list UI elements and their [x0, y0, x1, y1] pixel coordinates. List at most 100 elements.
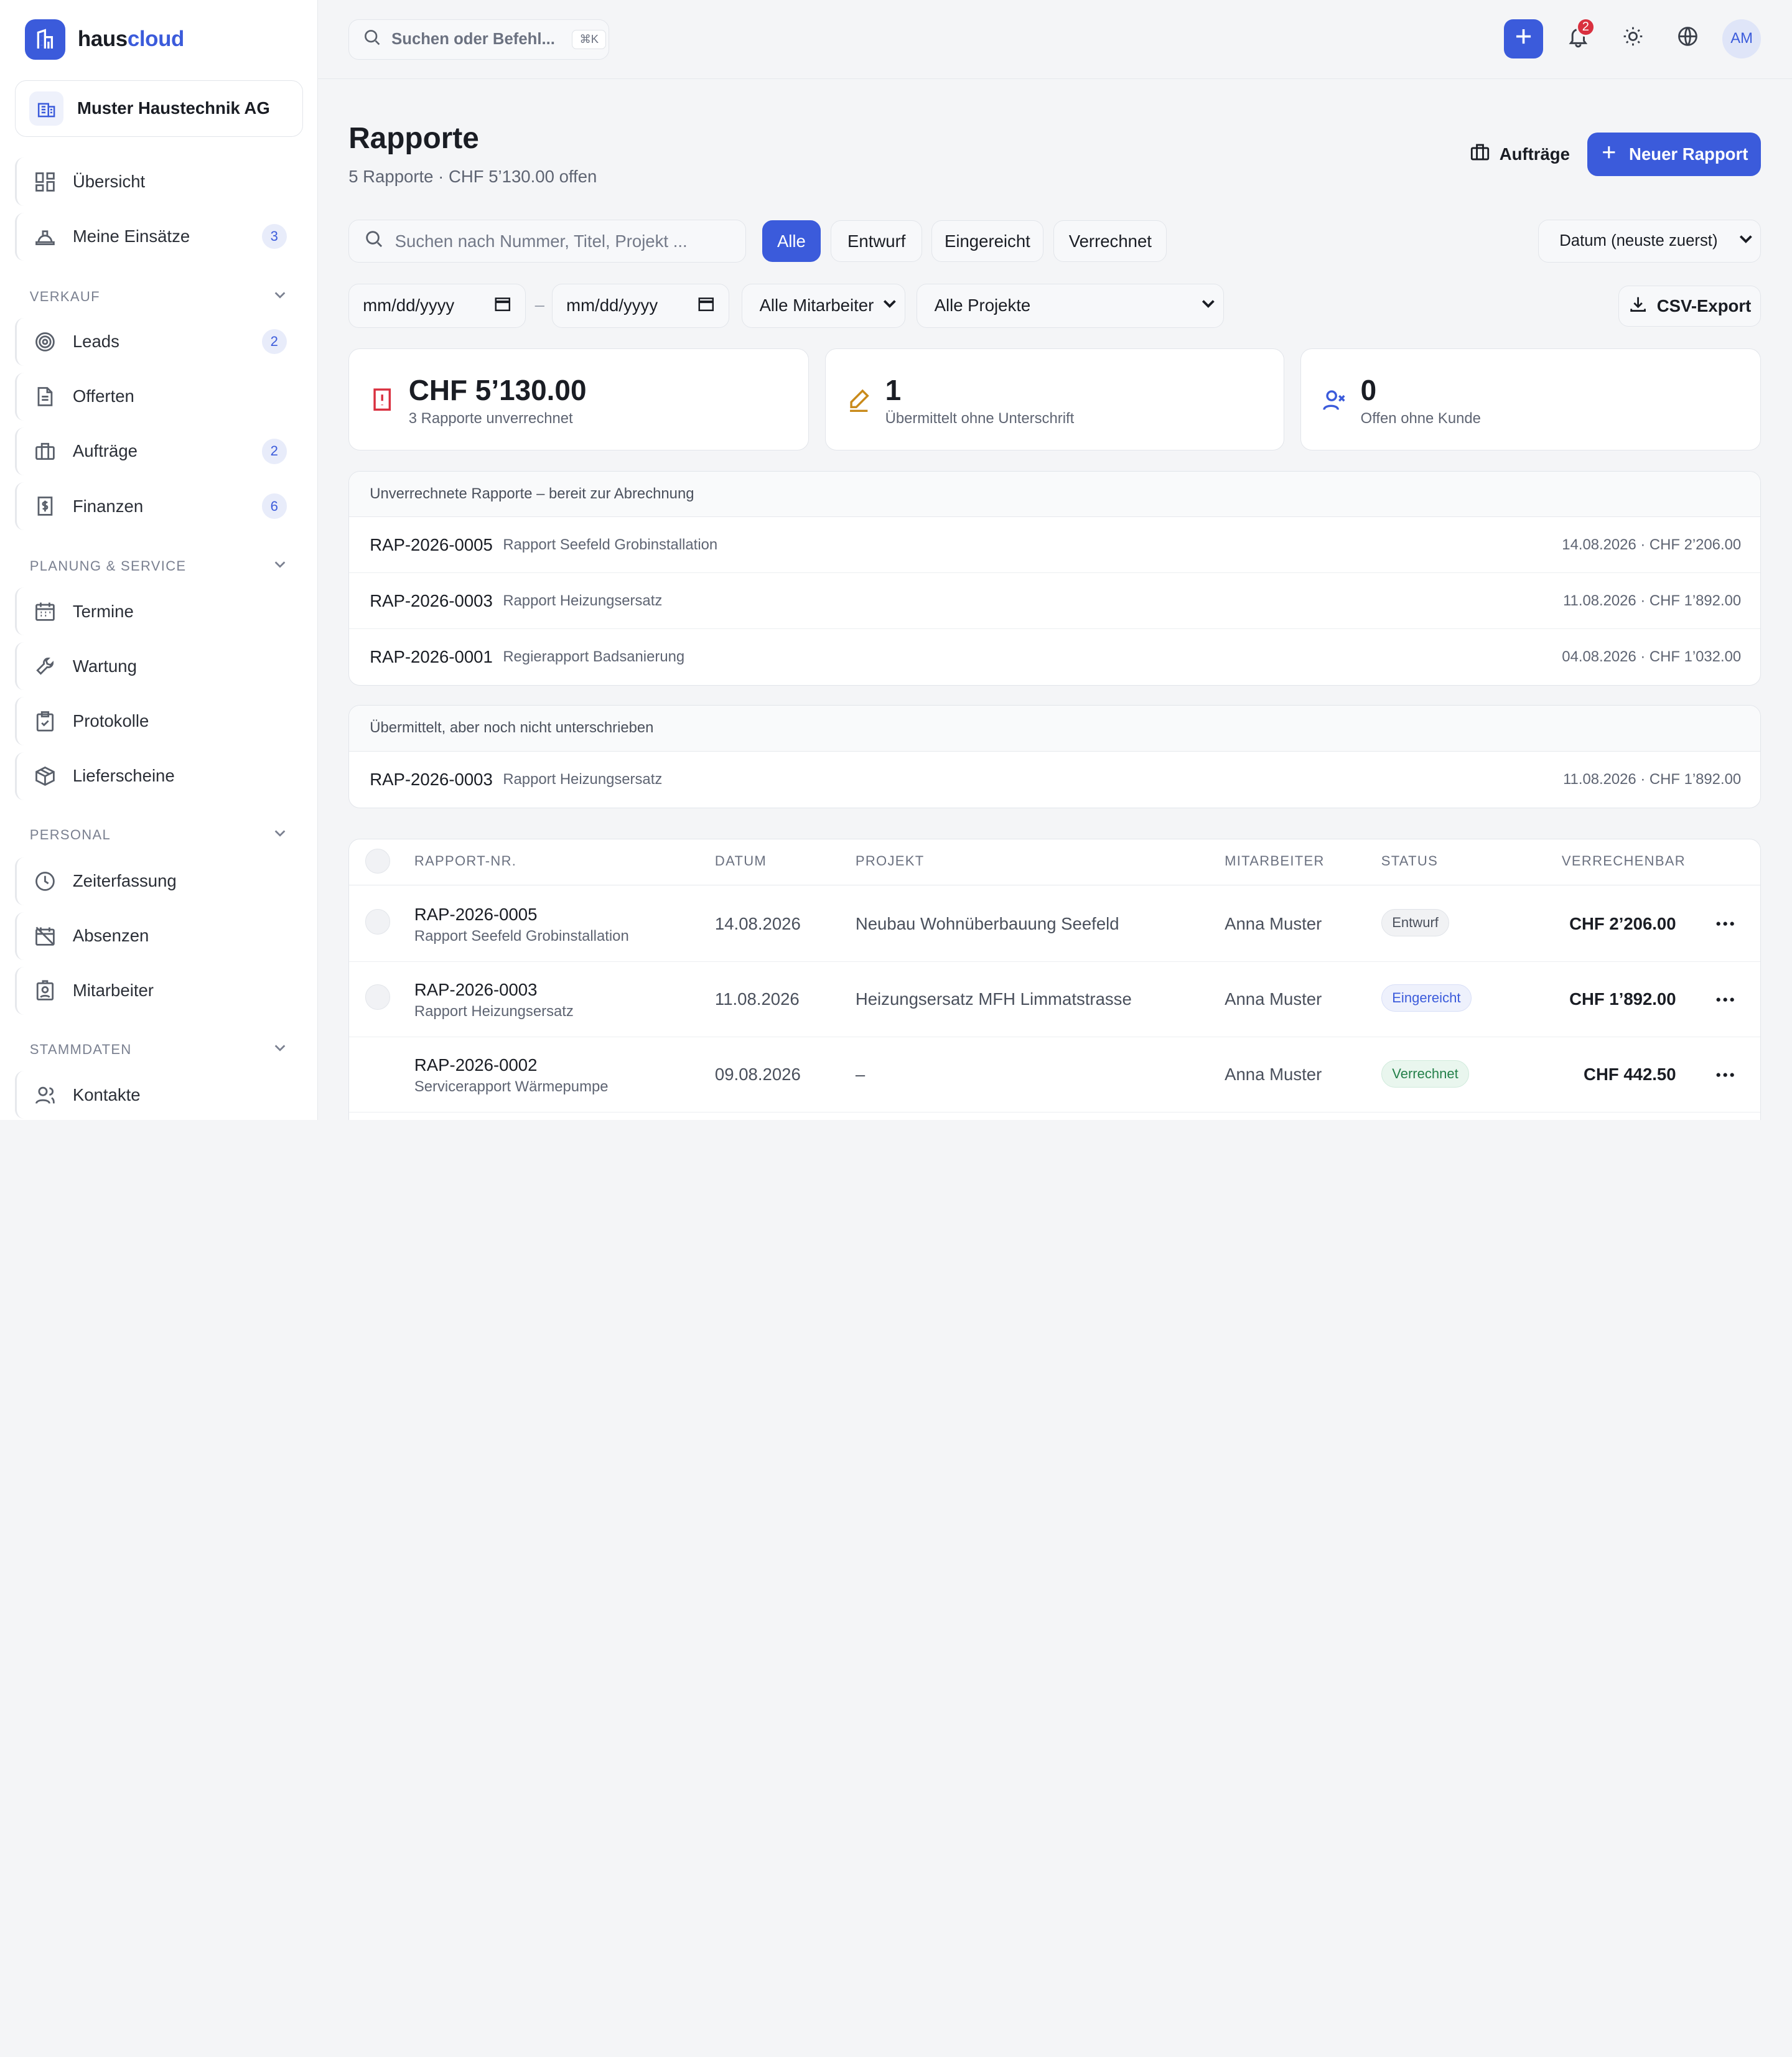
more-icon[interactable] — [1712, 988, 1739, 1011]
filter-chip-verrechnet[interactable]: Verrechnet — [1053, 220, 1167, 262]
count-badge: 2 — [261, 439, 287, 464]
sidebar-item-finanzen[interactable]: Finanzen 6 — [14, 482, 303, 531]
sort-select[interactable]: Datum (neuste zuerst) — [1538, 219, 1762, 263]
chevron-down-icon — [273, 557, 287, 575]
sun-icon — [1622, 26, 1644, 52]
theme-toggle[interactable] — [1613, 19, 1652, 58]
filter-chip-entwurf[interactable]: Entwurf — [831, 220, 923, 262]
brand[interactable]: hauscloud — [25, 19, 184, 60]
section-verkauf[interactable]: VERKAUF — [30, 288, 287, 306]
briefcase-icon — [1470, 142, 1490, 167]
filter-chip-eingereicht[interactable]: Eingereicht — [931, 220, 1043, 262]
package-icon — [34, 765, 57, 788]
globe-icon — [1677, 26, 1699, 52]
notifications-button[interactable]: 2 — [1559, 17, 1597, 58]
more-icon[interactable] — [1712, 913, 1739, 936]
list-item[interactable]: RAP-2026-0003 Rapport Heizungsersatz 11.… — [349, 752, 1760, 808]
table-row[interactable]: RAP-2026-0003 Rapport Heizungsersatz 11.… — [349, 962, 1761, 1037]
clock-icon — [34, 870, 57, 893]
shortcut-hint: ⌘K — [572, 29, 607, 50]
document-icon — [34, 385, 57, 408]
calendar-icon — [494, 295, 511, 317]
date-from-input[interactable]: mm/dd/yyyy — [348, 283, 526, 329]
panel-heading: Übermittelt, aber noch nicht unterschrie… — [349, 706, 1761, 752]
table-row[interactable]: RAP-2026-0002 Servicerapport Wärmepumpe … — [349, 1037, 1761, 1113]
chevron-down-icon — [1200, 296, 1216, 316]
avatar[interactable]: AM — [1722, 19, 1762, 58]
date-separator: – — [534, 294, 544, 314]
stat-card-ohne-kunde: 0 Offen ohne Kunde — [1300, 348, 1762, 450]
quick-add-button[interactable] — [1504, 19, 1543, 58]
section-personal[interactable]: PERSONAL — [30, 826, 287, 844]
company-name: Muster Haustechnik AG — [77, 98, 270, 118]
status-badge: Eingereicht — [1381, 984, 1472, 1012]
building-icon — [29, 91, 63, 126]
row-checkbox[interactable] — [365, 909, 391, 935]
table-row[interactable]: RAP-2026-0005 Rapport Seefeld Grobinstal… — [349, 886, 1761, 962]
plus-icon — [1513, 26, 1534, 52]
sidebar-item-protokolle[interactable]: Protokolle — [14, 697, 303, 745]
count-badge: 2 — [261, 329, 287, 355]
status-badge: Verrechnet — [1381, 1060, 1470, 1088]
briefcase-icon — [34, 440, 57, 463]
list-item[interactable]: RAP-2026-0003 Rapport Heizungsersatz 11.… — [349, 573, 1761, 630]
language-button[interactable] — [1669, 19, 1707, 58]
section-stammdaten[interactable]: STAMMDATEN — [30, 1041, 287, 1058]
sidebar-item-zeiterfassung[interactable]: Zeiterfassung — [14, 857, 303, 905]
chevron-down-icon — [273, 826, 287, 844]
sidebar-item-absenzen[interactable]: Absenzen — [14, 912, 303, 960]
csv-export-button[interactable]: CSV-Export — [1618, 286, 1762, 327]
sidebar-item-lieferscheine[interactable]: Lieferscheine — [14, 752, 303, 800]
more-icon[interactable] — [1712, 1063, 1739, 1086]
calendar-icon — [698, 295, 715, 317]
search-input[interactable]: Suchen nach Nummer, Titel, Projekt ... — [348, 219, 747, 263]
list-item[interactable]: RAP-2026-0005 Rapport Seefeld Grobinstal… — [349, 517, 1761, 574]
employee-select[interactable]: Alle Mitarbeiter — [742, 283, 905, 329]
sidebar-item-kontakte[interactable]: Kontakte — [14, 1070, 303, 1119]
sidebar-item-offerten[interactable]: Offerten — [14, 372, 303, 421]
id-badge-icon — [34, 979, 57, 1002]
company-switcher[interactable]: Muster Haustechnik AG — [14, 80, 303, 138]
sidebar-item-termine[interactable]: Termine — [14, 587, 303, 636]
calendar-icon — [34, 600, 57, 623]
chevron-down-icon — [882, 296, 898, 316]
sidebar-item-leads[interactable]: Leads 2 — [14, 317, 303, 366]
brand-name: hauscloud — [77, 27, 184, 52]
project-select[interactable]: Alle Projekte — [917, 283, 1225, 329]
unbilled-panel: Unverrechnete Rapporte – bereit zur Abre… — [348, 470, 1762, 686]
count-badge: 6 — [261, 493, 287, 519]
logo-icon — [25, 19, 65, 60]
count-badge: 3 — [261, 223, 287, 250]
stat-card-unverrechnet: CHF 5’130.00 3 Rapporte unverrechnet — [348, 348, 810, 450]
command-search[interactable]: Suchen oder Befehl... ⌘K — [348, 19, 609, 60]
rapporte-table: RAPPORT-NR. DATUM PROJEKT MITARBEITER ST… — [348, 839, 1762, 1120]
section-planung[interactable]: PLANUNG & SERVICE — [30, 557, 287, 575]
page-title: Rapporte — [348, 121, 479, 155]
table-header: RAPPORT-NR. DATUM PROJEKT MITARBEITER ST… — [349, 839, 1761, 885]
chevron-down-icon — [1738, 231, 1754, 251]
user-x-icon — [1322, 387, 1346, 417]
panel-heading: Unverrechnete Rapporte – bereit zur Abre… — [349, 471, 1761, 518]
list-item[interactable]: RAP-2026-0001 Regierapport Badsanierung … — [349, 629, 1760, 685]
chevron-down-icon — [273, 1041, 287, 1058]
unsigned-panel: Übermittelt, aber noch nicht unterschrie… — [348, 705, 1762, 808]
filter-chip-alle[interactable]: Alle — [762, 220, 821, 262]
sidebar-item-uebersicht[interactable]: Übersicht — [14, 157, 303, 206]
select-all-checkbox[interactable] — [365, 848, 391, 874]
sidebar-item-wartung[interactable]: Wartung — [14, 642, 303, 691]
receipt-icon — [34, 495, 57, 518]
row-checkbox[interactable] — [365, 984, 391, 1010]
sidebar-item-mitarbeiter[interactable]: Mitarbeiter — [14, 966, 303, 1015]
sidebar-item-auftraege[interactable]: Aufträge 2 — [14, 427, 303, 476]
clipboard-check-icon — [34, 710, 57, 733]
date-to-input[interactable]: mm/dd/yyyy — [552, 283, 729, 329]
plus-icon — [1600, 144, 1618, 166]
page-subtitle: 5 Rapporte · CHF 5’130.00 offen — [348, 167, 597, 187]
new-rapport-button[interactable]: Neuer Rapport — [1587, 133, 1762, 176]
sidebar-item-einsaetze[interactable]: Meine Einsätze 3 — [14, 212, 303, 261]
notification-count: 2 — [1575, 17, 1595, 37]
search-icon — [363, 28, 381, 51]
sidebar: hauscloud Muster Haustechnik AG Übersich… — [0, 0, 318, 1120]
auftraege-button[interactable]: Aufträge — [1459, 134, 1580, 175]
users-icon — [34, 1083, 57, 1106]
